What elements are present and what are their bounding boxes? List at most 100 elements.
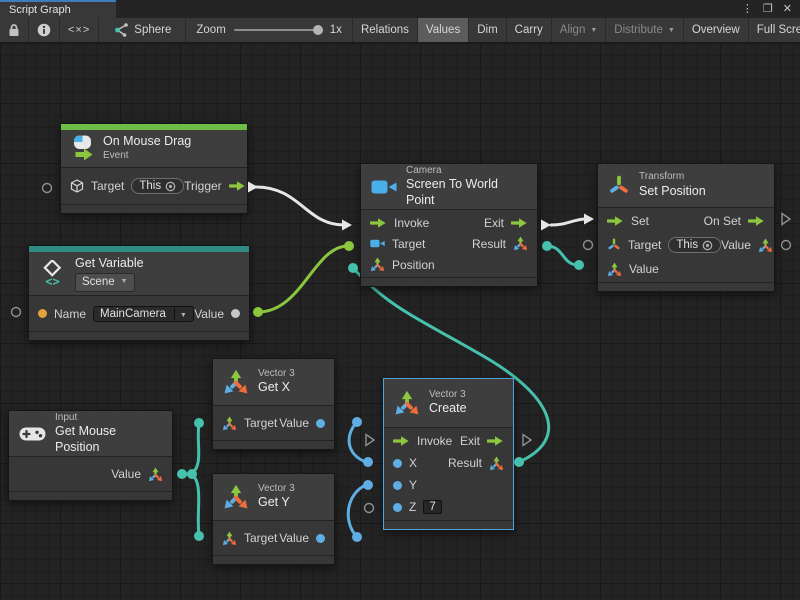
value-port[interactable] xyxy=(231,309,240,318)
wire-variable-to-target[interactable] xyxy=(258,246,348,312)
code-preview-button[interactable]: <×> xyxy=(60,18,99,42)
dim-button[interactable]: Dim xyxy=(469,18,506,42)
gamepad-icon xyxy=(19,426,46,442)
tab-script-graph[interactable]: Script Graph xyxy=(0,0,116,18)
wire-getx-to-x[interactable] xyxy=(349,422,366,462)
code-icon: <×> xyxy=(68,24,90,36)
node-get-variable[interactable]: <> Get Variable Scene ▼ Name MainCamera xyxy=(28,245,250,341)
unconnected-port-indicator[interactable] xyxy=(782,241,791,250)
maximize-icon[interactable]: ❐ xyxy=(763,4,773,15)
value-port[interactable] xyxy=(316,419,325,428)
z-value-input[interactable]: 7 xyxy=(423,500,441,514)
vector3-icon[interactable] xyxy=(370,257,385,272)
y-port[interactable] xyxy=(393,481,402,490)
wire-endpoint[interactable] xyxy=(348,263,358,273)
port-label-exit: Exit xyxy=(484,216,504,230)
wire-mouse-position-to-getx[interactable] xyxy=(191,424,199,474)
node-get-mouse-position[interactable]: Input Get Mouse Position Value xyxy=(8,410,173,501)
relations-button[interactable]: Relations xyxy=(353,18,418,42)
node-set-position[interactable]: Transform Set Position Set On Set Target… xyxy=(597,163,775,292)
node-title: Get Variable xyxy=(75,256,144,272)
node-category: Event xyxy=(103,150,191,163)
info-button[interactable] xyxy=(29,18,60,42)
value-port[interactable] xyxy=(316,534,325,543)
graph-breadcrumb[interactable]: Sphere xyxy=(99,18,186,42)
unconnected-flow-indicator[interactable] xyxy=(782,214,790,225)
control-wire-start-arrow xyxy=(248,182,258,193)
wire-endpoint[interactable] xyxy=(253,307,263,317)
wire-endpoint[interactable] xyxy=(352,532,362,542)
wire-trigger-to-invoke[interactable] xyxy=(256,187,344,225)
carry-button[interactable]: Carry xyxy=(507,18,552,42)
variable-scope-dropdown[interactable]: Scene ▼ xyxy=(75,273,135,291)
wire-endpoint[interactable] xyxy=(194,531,204,541)
zoom-slider[interactable] xyxy=(234,29,322,31)
flow-arrow-icon[interactable] xyxy=(748,215,765,227)
node-title: Screen To World Point xyxy=(406,177,527,208)
cube-icon[interactable] xyxy=(70,179,84,194)
wire-gety-to-y[interactable] xyxy=(348,485,366,537)
vector3-icon[interactable] xyxy=(758,238,773,253)
node-create-vector3[interactable]: Vector 3 Create Invoke Exit X Result Y xyxy=(383,378,514,530)
menu-icon[interactable]: ⋮ xyxy=(742,4,753,15)
unconnected-flow-indicator[interactable] xyxy=(366,435,374,446)
overview-button[interactable]: Overview xyxy=(684,18,749,42)
full-screen-button[interactable]: Full Screen xyxy=(749,18,800,42)
node-category: Camera xyxy=(406,165,527,178)
node-on-mouse-drag[interactable]: On Mouse Drag Event Target This T xyxy=(60,123,248,214)
close-icon[interactable]: ✕ xyxy=(783,4,792,15)
port-label-x: X xyxy=(409,456,417,470)
lock-button[interactable] xyxy=(0,18,29,42)
node-get-y[interactable]: Vector 3 Get Y Target Value xyxy=(212,473,335,565)
wire-endpoint[interactable] xyxy=(542,241,552,251)
wire-mouse-position-to-gety[interactable] xyxy=(191,474,199,535)
transform-icon[interactable] xyxy=(607,238,621,252)
name-port[interactable] xyxy=(38,309,47,318)
camera-icon[interactable] xyxy=(370,238,385,249)
wire-endpoint[interactable] xyxy=(177,469,187,479)
wire-endpoint[interactable] xyxy=(574,260,584,270)
node-screen-to-world-point[interactable]: Camera Screen To World Point Invoke Exit… xyxy=(360,163,538,287)
z-port[interactable] xyxy=(393,503,402,512)
unconnected-flow-indicator[interactable] xyxy=(523,435,531,446)
node-get-x[interactable]: Vector 3 Get X Target Value xyxy=(212,358,335,450)
wire-endpoint[interactable] xyxy=(344,241,354,251)
flow-arrow-icon[interactable] xyxy=(511,217,528,229)
unconnected-port-indicator[interactable] xyxy=(584,241,593,250)
graph-canvas[interactable]: On Mouse Drag Event Target This T xyxy=(0,43,800,600)
unconnected-port-indicator[interactable] xyxy=(12,308,21,317)
wire-exit-to-set[interactable] xyxy=(551,219,586,225)
wire-junction[interactable] xyxy=(187,469,197,479)
vector3-icon[interactable] xyxy=(513,236,528,251)
flow-arrow-icon[interactable] xyxy=(487,435,504,447)
variable-name-dropdown[interactable]: MainCamera ▼ xyxy=(93,306,194,322)
wire-endpoint[interactable] xyxy=(514,457,524,467)
camera-icon xyxy=(371,178,397,196)
flow-arrow-icon[interactable] xyxy=(607,215,624,227)
flow-arrow-icon[interactable] xyxy=(229,180,246,192)
wire-result-to-value[interactable] xyxy=(547,246,578,265)
vector3-icon[interactable] xyxy=(607,262,622,277)
unconnected-port-indicator[interactable] xyxy=(365,504,374,513)
vector3-icon[interactable] xyxy=(148,467,163,482)
zoom-slider-handle[interactable] xyxy=(313,25,323,35)
vector3-icon[interactable] xyxy=(222,416,237,431)
x-port[interactable] xyxy=(393,459,402,468)
wire-endpoint[interactable] xyxy=(194,418,204,428)
vector3-icon[interactable] xyxy=(222,531,237,546)
distribute-button[interactable]: Distribute▼ xyxy=(606,18,684,42)
align-button[interactable]: Align▼ xyxy=(552,18,607,42)
port-label-target: Target xyxy=(244,531,277,545)
port-label-name: Name xyxy=(54,307,86,321)
flow-arrow-icon[interactable] xyxy=(370,217,387,229)
wire-endpoint[interactable] xyxy=(363,457,373,467)
unconnected-port-indicator[interactable] xyxy=(43,184,52,193)
wire-endpoint[interactable] xyxy=(352,417,362,427)
target-this-chip[interactable]: This xyxy=(131,178,184,194)
flow-arrow-icon[interactable] xyxy=(393,435,410,447)
vector3-icon[interactable] xyxy=(489,456,504,471)
target-this-chip[interactable]: This xyxy=(668,237,721,253)
port-label-target: Target xyxy=(392,237,425,251)
values-button[interactable]: Values xyxy=(418,18,469,42)
wire-endpoint[interactable] xyxy=(363,480,373,490)
